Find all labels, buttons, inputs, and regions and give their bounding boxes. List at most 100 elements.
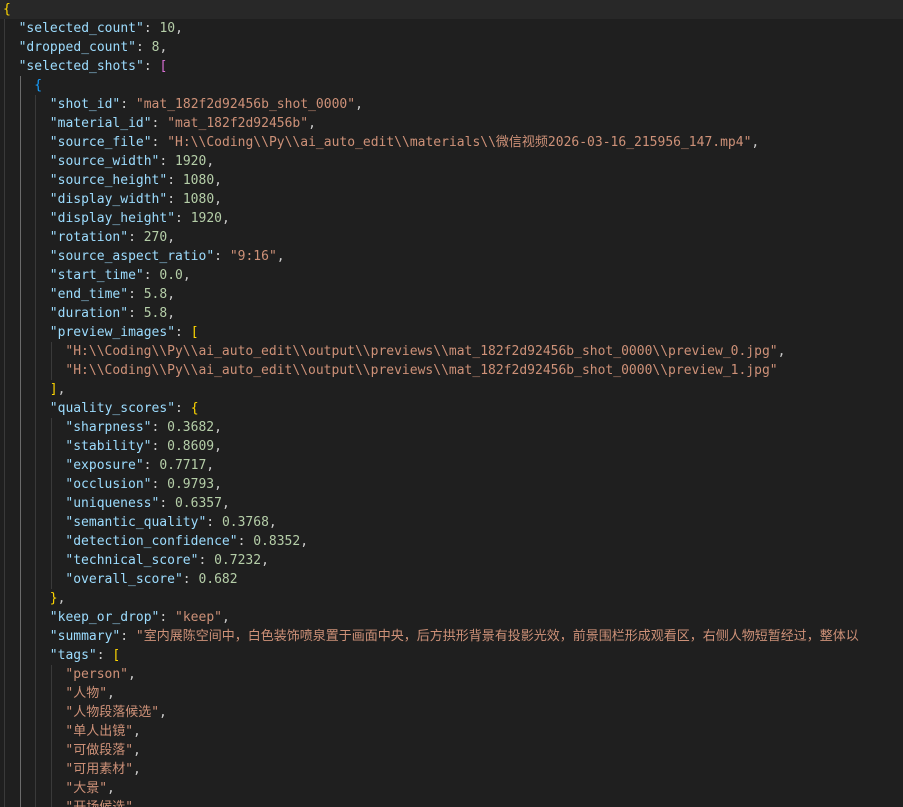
code-line[interactable]: "人物段落候选", — [0, 703, 903, 722]
code-line-text: "人物段落候选", — [65, 703, 166, 722]
code-line[interactable]: "H:\\Coding\\Py\\ai_auto_edit\\output\\p… — [0, 342, 903, 361]
code-line[interactable]: { — [0, 76, 903, 95]
indent-guide — [4, 285, 5, 304]
code-line[interactable]: "preview_images": [ — [0, 323, 903, 342]
code-line[interactable]: "可用素材", — [0, 760, 903, 779]
code-line[interactable]: "quality_scores": { — [0, 399, 903, 418]
code-line-text: ], — [50, 380, 66, 399]
indent-guide — [35, 627, 37, 646]
code-token-str: "单人出镜" — [65, 724, 134, 739]
indent-guide — [19, 228, 21, 247]
code-line[interactable]: { — [0, 0, 903, 19]
code-line[interactable]: "display_width": 1080, — [0, 190, 903, 209]
indent-guide — [4, 418, 5, 437]
indent-guide — [19, 456, 21, 475]
indent-guide — [35, 209, 37, 228]
code-token-str: "H:\\Coding\\Py\\ai_auto_edit\\output\\p… — [65, 344, 778, 359]
code-line[interactable]: "material_id": "mat_182f2d92456b", — [0, 114, 903, 133]
code-line[interactable]: "tags": [ — [0, 646, 903, 665]
indent-guide — [4, 171, 5, 190]
code-line[interactable]: "单人出镜", — [0, 722, 903, 741]
code-line[interactable]: "end_time": 5.8, — [0, 285, 903, 304]
code-line[interactable]: "display_height": 1920, — [0, 209, 903, 228]
code-token-pun: : — [120, 97, 136, 112]
indent-guide — [50, 418, 52, 437]
indent-guide — [4, 589, 5, 608]
code-line[interactable]: "start_time": 0.0, — [0, 266, 903, 285]
code-line[interactable]: "summary": "室内展陈空间中，白色装饰喷泉置于画面中央，后方拱形背景有… — [0, 627, 903, 646]
indent-guide — [4, 741, 5, 760]
code-line[interactable]: "H:\\Coding\\Py\\ai_auto_edit\\output\\p… — [0, 361, 903, 380]
code-token-pun: , — [107, 686, 115, 701]
code-token-b0: } — [49, 591, 58, 606]
indent-guide — [4, 703, 5, 722]
code-line[interactable]: "semantic_quality": 0.3768, — [0, 513, 903, 532]
code-line[interactable]: "technical_score": 0.7232, — [0, 551, 903, 570]
code-line[interactable]: "source_width": 1920, — [0, 152, 903, 171]
code-token-key: "rotation" — [49, 230, 129, 245]
code-line-text: "quality_scores": { — [50, 399, 199, 418]
code-token-pun: : — [143, 59, 160, 74]
indent-guide — [35, 665, 37, 684]
code-line[interactable]: "可做段落", — [0, 741, 903, 760]
code-line[interactable]: "selected_count": 10, — [0, 19, 903, 38]
indent-guide — [35, 589, 37, 608]
code-token-key: "quality_scores" — [49, 401, 176, 416]
indent-guide — [50, 779, 52, 798]
code-token-pun: : — [128, 287, 144, 302]
code-line[interactable]: "source_aspect_ratio": "9:16", — [0, 247, 903, 266]
code-token-pun: : — [214, 249, 230, 264]
code-line[interactable]: "uniqueness": 0.6357, — [0, 494, 903, 513]
code-line[interactable]: "exposure": 0.7717, — [0, 456, 903, 475]
indent-guide — [4, 437, 5, 456]
code-line[interactable]: "source_height": 1080, — [0, 171, 903, 190]
code-line[interactable]: "keep_or_drop": "keep", — [0, 608, 903, 627]
code-line[interactable]: }, — [0, 589, 903, 608]
code-token-key: "occlusion" — [65, 477, 152, 492]
code-line[interactable]: "occlusion": 0.9793, — [0, 475, 903, 494]
indent-guide — [19, 171, 21, 190]
code-line[interactable]: "sharpness": 0.3682, — [0, 418, 903, 437]
code-line[interactable]: "人物", — [0, 684, 903, 703]
indent-guide — [4, 247, 5, 266]
code-line[interactable]: "大景", — [0, 779, 903, 798]
code-line[interactable]: "source_file": "H:\\Coding\\Py\\ai_auto_… — [0, 133, 903, 152]
code-line-text: "tags": [ — [50, 646, 120, 665]
code-token-num: 0.8609 — [167, 439, 215, 454]
code-token-key: "stability" — [65, 439, 152, 454]
code-token-pun: , — [222, 610, 230, 625]
indent-guide — [19, 760, 21, 779]
code-line[interactable]: "selected_shots": [ — [0, 57, 903, 76]
code-line-text: "display_width": 1080, — [50, 190, 222, 209]
code-line[interactable]: "overall_score": 0.682 — [0, 570, 903, 589]
code-token-key: "material_id" — [49, 116, 152, 131]
code-token-pun: , — [107, 781, 115, 796]
code-token-pun: , — [167, 230, 176, 245]
indent-guide — [35, 152, 37, 171]
indent-guide — [50, 342, 52, 361]
code-editor[interactable]: {"selected_count": 10, "dropped_count": 8… — [0, 0, 903, 807]
code-token-str: "人物" — [65, 686, 108, 701]
code-token-key: "uniqueness" — [65, 496, 160, 511]
code-line[interactable]: "person", — [0, 665, 903, 684]
code-token-str: "H:\\Coding\\Py\\ai_auto_edit\\output\\p… — [65, 363, 778, 378]
code-line[interactable]: "rotation": 270, — [0, 228, 903, 247]
code-line-text: "summary": "室内展陈空间中，白色装饰喷泉置于画面中央，后方拱形背景有… — [50, 627, 859, 646]
code-token-b0: { — [190, 401, 199, 416]
code-line[interactable]: "detection_confidence": 0.8352, — [0, 532, 903, 551]
code-line[interactable]: "开场候选", — [0, 798, 903, 807]
indent-guide — [35, 646, 37, 665]
indent-guide — [19, 703, 21, 722]
code-line[interactable]: "stability": 0.8609, — [0, 437, 903, 456]
code-token-key: "dropped_count" — [18, 40, 136, 55]
code-line[interactable]: "shot_id": "mat_182f2d92456b_shot_0000", — [0, 95, 903, 114]
code-line[interactable]: "duration": 5.8, — [0, 304, 903, 323]
indent-guide — [50, 798, 52, 807]
indent-guide — [35, 95, 37, 114]
code-token-pun: , — [133, 743, 141, 758]
indent-guide — [19, 190, 21, 209]
code-line[interactable]: "dropped_count": 8, — [0, 38, 903, 57]
code-line[interactable]: ], — [0, 380, 903, 399]
indent-guide — [35, 342, 37, 361]
indent-guide — [4, 532, 5, 551]
